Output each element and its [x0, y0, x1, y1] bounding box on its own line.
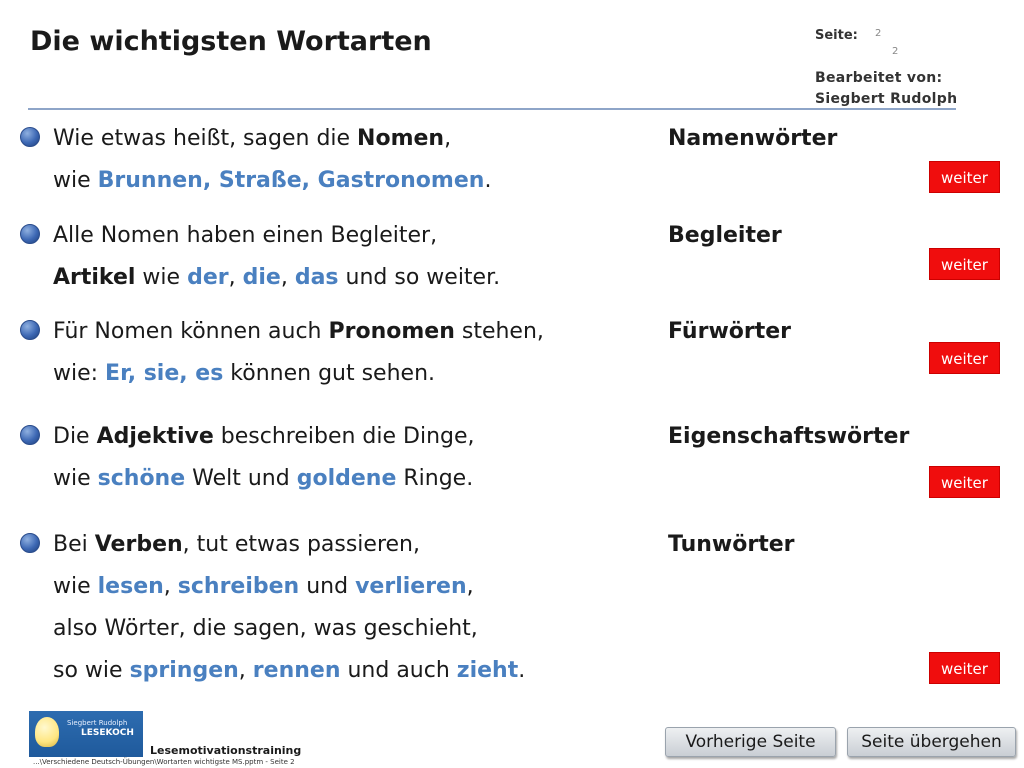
term-begleiter: Begleiter [668, 223, 782, 248]
page-label: Seite: [815, 28, 858, 43]
term-tunwoerter: Tunwörter [668, 532, 795, 557]
edited-by-name: Siegbert Rudolph [815, 91, 958, 107]
lightbulb-icon [35, 717, 59, 747]
weiter-button-3[interactable]: weiter [929, 342, 1000, 374]
page-title: Die wichtigsten Wortarten [30, 26, 432, 57]
term-fuerwoerter: Fürwörter [668, 319, 792, 344]
section-line-2: wie Brunnen, Straße, Gastronomen. [53, 168, 492, 193]
weiter-button-5[interactable]: weiter [929, 652, 1000, 684]
skip-page-button[interactable]: Seite übergehen [847, 727, 1016, 757]
footer-file-path: ...\Verschiedene Deutsch-Übungen\Wortart… [33, 758, 295, 766]
section-line-1: Bei Verben, tut etwas passieren, [53, 532, 420, 557]
lesekoch-logo: Siegbert Rudolph LESEKOCH [29, 711, 143, 757]
previous-page-button[interactable]: Vorherige Seite [665, 727, 836, 757]
bullet-icon [20, 533, 40, 553]
logo-author: Siegbert Rudolph [67, 719, 128, 727]
page-total: 2 [892, 46, 899, 57]
section-line-1: Für Nomen können auch Pronomen stehen, [53, 319, 544, 344]
weiter-button-2[interactable]: weiter [929, 248, 1000, 280]
section-line-3: also Wörter, die sagen, was geschieht, [53, 616, 478, 641]
section-line-1: Die Adjektive beschreiben die Dinge, [53, 424, 475, 449]
weiter-button-1[interactable]: weiter [929, 161, 1000, 193]
logo-brand: LESEKOCH [81, 728, 134, 738]
section-line-2: wie schöne Welt und goldene Ringe. [53, 466, 474, 491]
bullet-icon [20, 127, 40, 147]
bullet-icon [20, 224, 40, 244]
section-line-4: so wie springen, rennen und auch zieht. [53, 658, 526, 683]
footer-title: Lesemotivationstraining [150, 744, 302, 757]
section-line-2: wie: Er, sie, es können gut sehen. [53, 361, 436, 386]
term-namenwoerter: Namenwörter [668, 126, 838, 151]
section-line-1: Alle Nomen haben einen Begleiter, [53, 223, 438, 248]
edited-by-label: Bearbeitet von: [815, 70, 943, 86]
title-divider [28, 108, 956, 110]
section-line-2: wie lesen, schreiben und verlieren, [53, 574, 474, 599]
section-line-1: Wie etwas heißt, sagen die Nomen, [53, 126, 452, 151]
weiter-button-4[interactable]: weiter [929, 466, 1000, 498]
section-line-2: Artikel wie der, die, das und so weiter. [53, 265, 501, 290]
bullet-icon [20, 425, 40, 445]
term-eigenschaftswoerter: Eigenschaftswörter [668, 424, 910, 449]
page-current: 2 [875, 28, 882, 39]
bullet-icon [20, 320, 40, 340]
edited-by: Bearbeitet von: Siegbert Rudolph [815, 68, 965, 110]
